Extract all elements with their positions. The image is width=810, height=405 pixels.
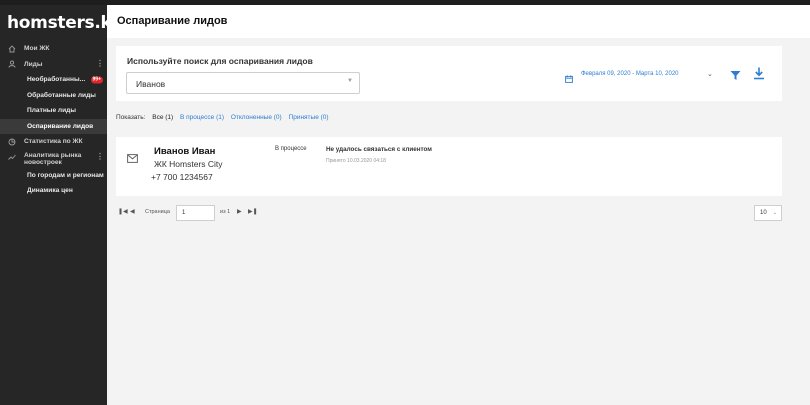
sidebar-item-label: Платные лиды [27, 107, 76, 115]
next-page-icon[interactable]: ▶ [237, 208, 242, 215]
chevron-down-icon: ▼ [347, 78, 353, 84]
chevron-down-icon[interactable]: ⌄ [707, 70, 713, 78]
trend-chart-icon [8, 153, 16, 161]
sidebar: homsters.kz Мои ЖК Лиды ⋮ Необработанны.… [0, 5, 121, 405]
filter-rejected[interactable]: Отклоненные (0) [231, 114, 282, 121]
prev-page-icon[interactable]: ◀ [130, 208, 135, 215]
chevron-down-icon: ⌄ [772, 210, 777, 216]
sidebar-item-label: Необработанны... [27, 76, 86, 84]
page-title: Оспаривание лидов [117, 15, 228, 27]
last-page-icon[interactable]: ▶❚ [248, 208, 258, 215]
page-count: из 1 [220, 209, 231, 215]
sidebar-item-label: Динамика цен [27, 187, 73, 195]
filter-accepted[interactable]: Принятые (0) [289, 114, 329, 121]
page-label: Страница [145, 209, 170, 215]
calendar-icon[interactable] [565, 70, 573, 83]
lead-row[interactable]: Иванов Иван ЖК Homsters City +7 700 1234… [116, 137, 782, 196]
sidebar-item-label: Обработанные лиды [27, 91, 96, 99]
lead-status: В процессе [275, 146, 307, 152]
sidebar-item-market-analytics[interactable]: Аналитика рынка новостроек ⋮ [0, 150, 107, 168]
sidebar-item-paid-leads[interactable]: Платные лиды [0, 103, 107, 119]
dispute-date: Принято 10.03.2020 04:18 [326, 158, 386, 164]
lead-phone: +7 700 1234567 [151, 172, 213, 182]
filter-label: Показать: [116, 114, 146, 121]
sidebar-item-processed-leads[interactable]: Обработанные лиды [0, 88, 107, 104]
sidebar-item-label: Мои ЖК [24, 45, 50, 53]
sidebar-nav: Мои ЖК Лиды ⋮ Необработанны... 99+ Обраб… [0, 41, 107, 199]
home-icon [8, 45, 16, 53]
logo[interactable]: homsters.kz [7, 13, 121, 33]
filter-all[interactable]: Все (1) [152, 114, 173, 121]
sidebar-item-lead-disputes[interactable]: Оспаривание лидов [0, 118, 107, 134]
search-select[interactable]: Иванов ▼ [126, 72, 360, 94]
sidebar-item-label: Аналитика рынка новостроек [24, 151, 82, 166]
sidebar-item-leads[interactable]: Лиды ⋮ [0, 57, 107, 73]
pagination: ❚◀ ◀ Страница 1 из 1 ▶ ▶❚ 10 ⌄ [116, 205, 782, 221]
search-value: Иванов [136, 79, 166, 89]
user-icon [8, 60, 16, 68]
sidebar-item-unprocessed-leads[interactable]: Необработанны... 99+ [0, 72, 107, 88]
pie-chart-icon [8, 138, 16, 146]
page-size-value: 10 [760, 210, 767, 216]
sidebar-item-price-dynamics[interactable]: Динамика цен [0, 183, 107, 199]
sidebar-item-my-complexes[interactable]: Мои ЖК [0, 41, 107, 57]
sidebar-item-label: Лиды [24, 60, 43, 68]
sidebar-item-complex-stats[interactable]: Статистика по ЖК [0, 134, 107, 150]
page-size-select[interactable]: 10 ⌄ [754, 205, 782, 221]
first-page-icon[interactable]: ❚◀ [118, 208, 128, 215]
date-range-picker[interactable]: Февраля 09, 2020 - Марта 10, 2020 [581, 71, 679, 77]
more-vertical-icon[interactable]: ⋮ [96, 60, 104, 68]
sidebar-item-label: По городам и регионам [27, 171, 104, 179]
filter-in-progress[interactable]: В процессе (1) [180, 114, 224, 121]
page-header: Оспаривание лидов [107, 5, 810, 38]
more-vertical-icon[interactable]: ⋮ [96, 152, 104, 161]
lead-complex: ЖК Homsters City [154, 159, 223, 169]
download-icon[interactable] [753, 67, 765, 80]
lead-name: Иванов Иван [154, 146, 216, 157]
mail-icon [127, 150, 138, 163]
search-label: Используйте поиск для оспаривания лидов [127, 56, 313, 66]
status-filter-bar: Показать: Все (1) В процессе (1) Отклоне… [116, 114, 334, 121]
sidebar-item-label: Статистика по ЖК [24, 138, 83, 146]
page-number-input[interactable]: 1 [176, 205, 215, 221]
count-badge: 99+ [90, 76, 103, 84]
dispute-reason: Не удалось связаться с клиентом [326, 146, 432, 153]
sidebar-item-cities-regions[interactable]: По городам и регионам [0, 168, 107, 184]
search-panel: Используйте поиск для оспаривания лидов … [116, 46, 782, 101]
filter-icon[interactable] [730, 68, 741, 80]
sidebar-item-label: Оспаривание лидов [27, 122, 94, 130]
